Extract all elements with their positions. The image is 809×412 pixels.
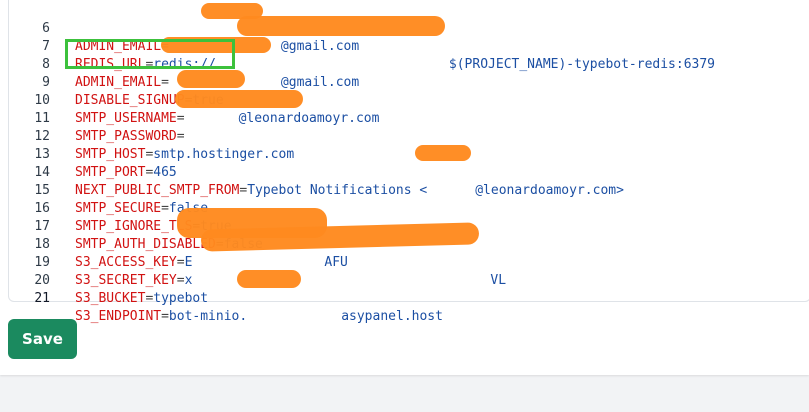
env-settings-panel: 6 ADMIN_EMAIL=@gmail.com 7 REDIS_URL=red… [0,0,809,375]
code-line[interactable]: 12 SMTP_HOST=smtp.hostinger.com [9,110,809,162]
equals-sign: = [161,309,169,324]
highlight-box [65,39,235,69]
code-line[interactable]: 17 SMTP_AUTH_DISABLED=false [9,200,809,252]
code-line[interactable]: 15 SMTP_SECURE=false [9,164,809,216]
save-button[interactable]: Save [8,319,77,359]
code-line[interactable]: 20 S3_BUCKET=typebot [9,254,809,306]
env-value: typebot [153,291,209,306]
env-key: S3_ENDPOINT [75,309,162,324]
env-value: bot-minio. [168,309,248,324]
code-line[interactable]: 16 SMTP_IGNORE_TLS=true [9,182,809,234]
code-line[interactable]: 13 SMTP_PORT=465 [9,128,809,180]
env-value-suffix: asypanel.host [341,309,443,324]
code-line[interactable]: 14 NEXT_PUBLIC_SMTP_FROM=Typebot Notific… [9,146,809,198]
redaction-mark [415,145,471,161]
redaction-mark [175,90,303,108]
code-line[interactable]: 11 SMTP_PASSWORD= [9,92,809,144]
redaction-mark [177,70,245,88]
redaction-mark [237,16,445,36]
env-code-editor[interactable]: 6 ADMIN_EMAIL=@gmail.com 7 REDIS_URL=red… [8,0,809,324]
code-line[interactable]: 10 SMTP_USERNAME= @leonardoamoyr.com [9,74,809,126]
env-key: S3_BUCKET [75,291,146,306]
redaction-mark [237,270,301,288]
line-number: 21 [34,291,50,306]
code-line[interactable]: 21 S3_ENDPOINT=bot-minio. asypanel.host [9,272,809,324]
